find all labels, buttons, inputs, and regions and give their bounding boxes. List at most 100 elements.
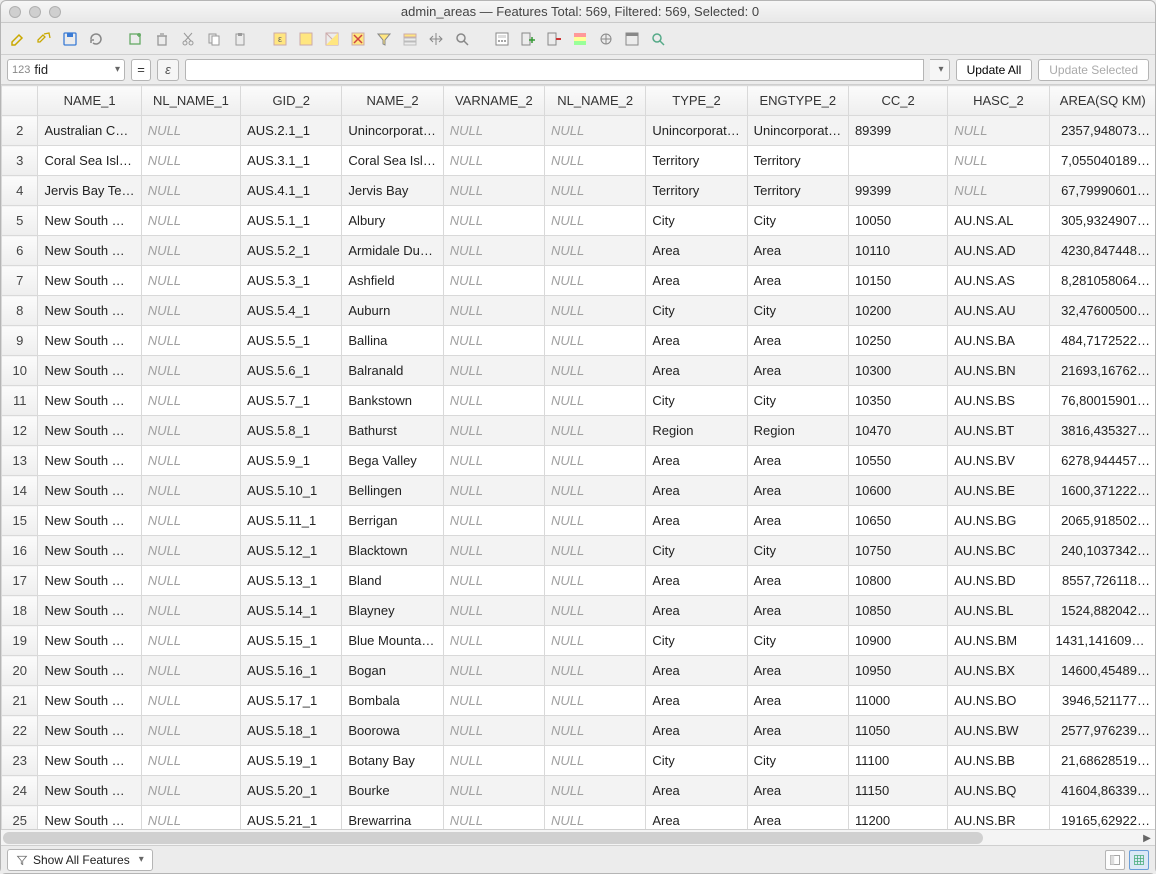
row-header[interactable]: 3 xyxy=(2,146,38,176)
table-cell[interactable]: Area xyxy=(646,476,747,506)
table-cell[interactable]: New South W… xyxy=(38,296,141,326)
table-cell[interactable]: NULL xyxy=(443,266,544,296)
table-cell[interactable]: NULL xyxy=(545,206,646,236)
table-cell[interactable]: NULL xyxy=(443,296,544,326)
refresh-icon[interactable] xyxy=(85,28,107,50)
table-cell[interactable]: NULL xyxy=(443,536,544,566)
table-cell[interactable]: 11050 xyxy=(848,716,947,746)
scrollbar-thumb[interactable] xyxy=(3,832,983,844)
table-row[interactable]: 18New South W…NULLAUS.5.14_1BlayneyNULLN… xyxy=(2,596,1156,626)
table-cell[interactable]: Bellingen xyxy=(342,476,443,506)
table-cell[interactable]: NULL xyxy=(141,566,240,596)
table-cell[interactable]: Region xyxy=(747,416,848,446)
table-cell[interactable]: City xyxy=(747,746,848,776)
table-cell[interactable]: Bombala xyxy=(342,686,443,716)
table-row[interactable]: 3Coral Sea Isla…NULLAUS.3.1_1Coral Sea I… xyxy=(2,146,1156,176)
table-cell[interactable]: AUS.5.19_1 xyxy=(241,746,342,776)
table-cell[interactable]: Brewarrina xyxy=(342,806,443,830)
table-cell[interactable]: 21693,16762… xyxy=(1049,356,1155,386)
table-cell[interactable]: Bathurst xyxy=(342,416,443,446)
table-cell[interactable]: NULL xyxy=(443,596,544,626)
table-cell[interactable]: AUS.5.17_1 xyxy=(241,686,342,716)
table-cell[interactable]: 1600,371222… xyxy=(1049,476,1155,506)
table-cell[interactable]: Auburn xyxy=(342,296,443,326)
table-cell[interactable]: 10750 xyxy=(848,536,947,566)
col-header[interactable]: NAME_1 xyxy=(38,86,141,116)
table-cell[interactable]: AUS.5.14_1 xyxy=(241,596,342,626)
table-cell[interactable]: NULL xyxy=(948,146,1049,176)
table-cell[interactable]: 19165,62922… xyxy=(1049,806,1155,830)
table-cell[interactable]: NULL xyxy=(141,356,240,386)
table-cell[interactable]: Bourke xyxy=(342,776,443,806)
table-cell[interactable]: Jervis Bay Te… xyxy=(38,176,141,206)
table-layout-icon[interactable] xyxy=(1129,850,1149,870)
table-cell[interactable]: New South W… xyxy=(38,416,141,446)
table-cell[interactable]: NULL xyxy=(545,356,646,386)
table-cell[interactable]: Blayney xyxy=(342,596,443,626)
table-row[interactable]: 2Australian Ca…NULLAUS.2.1_1Unincorporat… xyxy=(2,116,1156,146)
table-row[interactable]: 5New South W…NULLAUS.5.1_1AlburyNULLNULL… xyxy=(2,206,1156,236)
new-field-icon[interactable] xyxy=(517,28,539,50)
dock-icon[interactable] xyxy=(621,28,643,50)
table-cell[interactable]: NULL xyxy=(545,506,646,536)
table-cell[interactable]: 6278,944457… xyxy=(1049,446,1155,476)
table-cell[interactable]: NULL xyxy=(545,596,646,626)
table-cell[interactable]: NULL xyxy=(545,116,646,146)
table-cell[interactable]: Area xyxy=(747,356,848,386)
col-header[interactable]: NAME_2 xyxy=(342,86,443,116)
table-cell[interactable]: Albury xyxy=(342,206,443,236)
col-header[interactable]: CC_2 xyxy=(848,86,947,116)
table-cell[interactable]: NULL xyxy=(141,446,240,476)
row-header[interactable]: 7 xyxy=(2,266,38,296)
table-cell[interactable]: Botany Bay xyxy=(342,746,443,776)
table-cell[interactable]: Area xyxy=(747,506,848,536)
table-cell[interactable]: New South W… xyxy=(38,236,141,266)
copy-icon[interactable] xyxy=(203,28,225,50)
table-cell[interactable]: 11200 xyxy=(848,806,947,830)
table-cell[interactable]: AUS.4.1_1 xyxy=(241,176,342,206)
table-cell[interactable]: AU.NS.BM xyxy=(948,626,1049,656)
row-header[interactable]: 9 xyxy=(2,326,38,356)
table-cell[interactable]: 8557,726118… xyxy=(1049,566,1155,596)
table-cell[interactable]: Ashfield xyxy=(342,266,443,296)
table-cell[interactable]: NULL xyxy=(443,716,544,746)
table-cell[interactable]: AUS.5.3_1 xyxy=(241,266,342,296)
expression-dialog-button[interactable]: ε xyxy=(157,59,179,81)
row-header[interactable]: 22 xyxy=(2,716,38,746)
table-cell[interactable]: Area xyxy=(747,476,848,506)
expression-input[interactable] xyxy=(185,59,924,81)
zoom-icon[interactable] xyxy=(49,6,61,18)
table-cell[interactable]: NULL xyxy=(443,146,544,176)
table-cell[interactable]: 11100 xyxy=(848,746,947,776)
pencil-icon[interactable] xyxy=(7,28,29,50)
table-cell[interactable]: AUS.5.21_1 xyxy=(241,806,342,830)
table-cell[interactable]: Area xyxy=(646,656,747,686)
table-cell[interactable]: NULL xyxy=(545,476,646,506)
table-cell[interactable]: AU.NS.BA xyxy=(948,326,1049,356)
table-cell[interactable]: NULL xyxy=(443,206,544,236)
table-cell[interactable]: New South W… xyxy=(38,386,141,416)
table-row[interactable]: 22New South W…NULLAUS.5.18_1BoorowaNULLN… xyxy=(2,716,1156,746)
table-cell[interactable]: Unincorporat… xyxy=(747,116,848,146)
table-cell[interactable]: 14600,45489… xyxy=(1049,656,1155,686)
table-cell[interactable]: 11000 xyxy=(848,686,947,716)
table-cell[interactable]: Area xyxy=(747,776,848,806)
table-cell[interactable]: City xyxy=(747,296,848,326)
table-row[interactable]: 19New South W…NULLAUS.5.15_1Blue Mountai… xyxy=(2,626,1156,656)
col-header[interactable]: NL_NAME_2 xyxy=(545,86,646,116)
row-header[interactable]: 4 xyxy=(2,176,38,206)
table-cell[interactable]: Bega Valley xyxy=(342,446,443,476)
table-cell[interactable]: City xyxy=(747,536,848,566)
table-cell[interactable]: 484,7172522… xyxy=(1049,326,1155,356)
table-cell[interactable]: AU.NS.BO xyxy=(948,686,1049,716)
table-cell[interactable]: New South W… xyxy=(38,566,141,596)
table-cell[interactable]: NULL xyxy=(545,776,646,806)
table-cell[interactable]: Area xyxy=(747,686,848,716)
table-cell[interactable]: NULL xyxy=(545,716,646,746)
table-cell[interactable]: 10900 xyxy=(848,626,947,656)
table-cell[interactable]: NULL xyxy=(545,536,646,566)
table-cell[interactable]: Area xyxy=(646,806,747,830)
table-cell[interactable]: Jervis Bay xyxy=(342,176,443,206)
table-cell[interactable]: City xyxy=(646,626,747,656)
table-cell[interactable]: AUS.5.4_1 xyxy=(241,296,342,326)
